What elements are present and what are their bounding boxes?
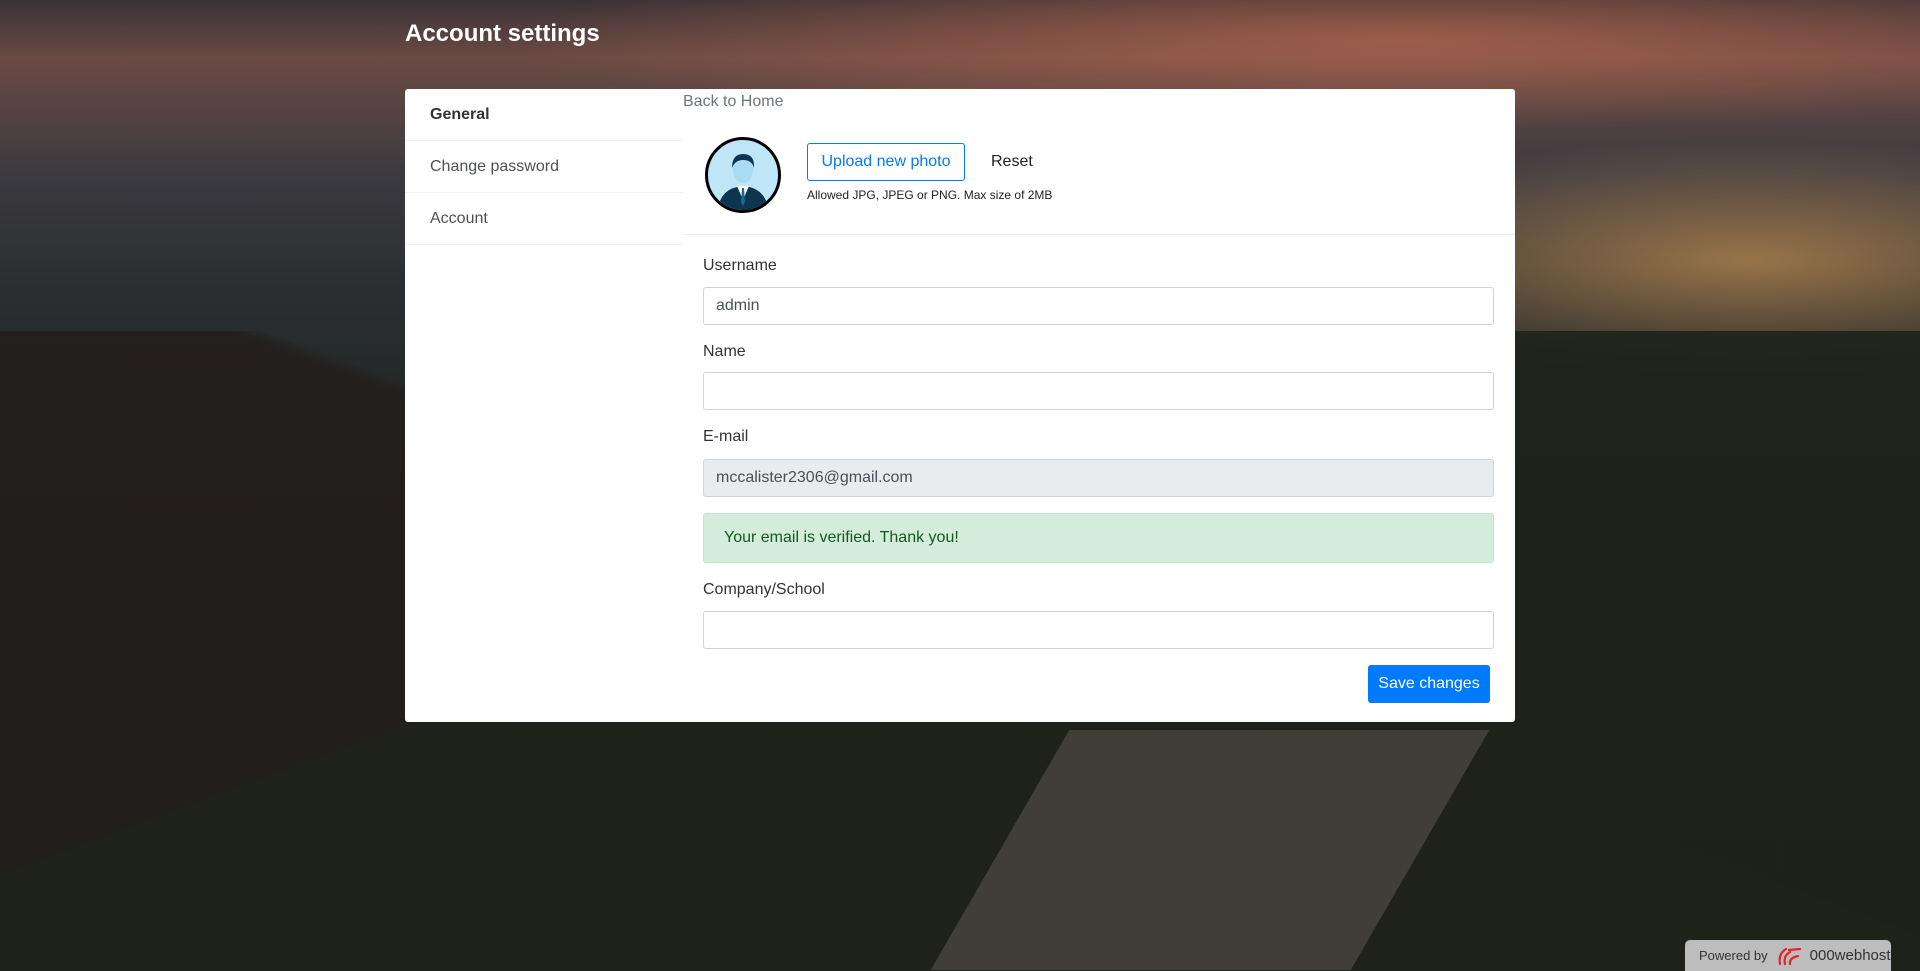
reset-photo-button[interactable]: Reset xyxy=(991,143,1033,181)
sidebar-item-change-password[interactable]: Change password xyxy=(405,141,683,193)
email-verified-alert: Your email is verified. Thank you! xyxy=(703,513,1494,563)
avatar xyxy=(705,137,781,213)
email-input[interactable] xyxy=(703,459,1494,497)
sidebar-item-general[interactable]: General xyxy=(405,89,683,141)
powered-by-badge[interactable]: Powered by 000webhost xyxy=(1685,940,1891,971)
user-avatar-icon xyxy=(718,154,768,210)
settings-sidebar: General Change password Account xyxy=(405,89,683,245)
save-changes-button[interactable]: Save changes xyxy=(1368,665,1490,703)
email-label: E-mail xyxy=(703,428,749,445)
company-label: Company/School xyxy=(703,581,825,598)
upload-hint: Allowed JPG, JPEG or PNG. Max size of 2M… xyxy=(807,188,1053,202)
name-input[interactable] xyxy=(703,372,1494,410)
username-input[interactable] xyxy=(703,287,1494,325)
username-label: Username xyxy=(703,257,777,274)
upload-photo-button[interactable]: Upload new photo xyxy=(807,143,965,181)
settings-card: General Change password Account Upload n… xyxy=(405,89,1515,722)
sidebar-item-account[interactable]: Account xyxy=(405,193,683,245)
powered-by-text: Powered by xyxy=(1699,948,1768,963)
name-label: Name xyxy=(703,343,746,360)
back-to-home-link[interactable]: Back to Home xyxy=(683,93,783,111)
company-input[interactable] xyxy=(703,611,1494,649)
webhost-brand: 000webhost xyxy=(1809,947,1891,964)
page-title: Account settings xyxy=(405,20,600,47)
photo-section: Upload new photo Reset Allowed JPG, JPEG… xyxy=(683,89,1515,235)
webhost-logo-icon xyxy=(1778,947,1801,965)
